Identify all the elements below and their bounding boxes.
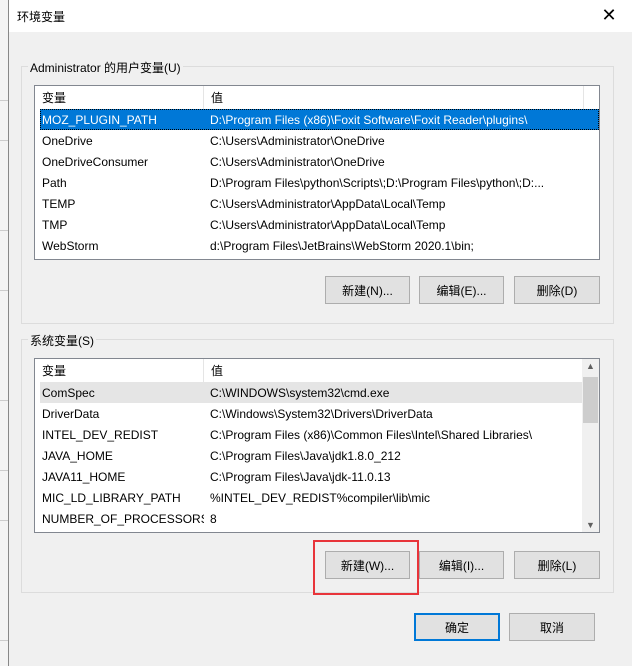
variable-name: ComSpec <box>42 385 95 400</box>
variable-value: 8 <box>210 511 217 526</box>
variable-name: NUMBER_OF_PROCESSORS <box>42 511 204 526</box>
system-variables-list[interactable]: 变量 值 ComSpec C:\WINDOWS\system32\cmd.exe D… <box>34 358 600 533</box>
scrollbar-thumb[interactable] <box>583 377 598 423</box>
list-row[interactable]: INTEL_DEV_REDIST C:\Program Files (x86)\C… <box>40 424 599 445</box>
list-row[interactable]: NUMBER_OF_PROCESSORS 8 <box>40 508 599 529</box>
list-row[interactable]: MOZ_PLUGIN_PATH D:\Program Files (x86)\Fo… <box>40 109 599 130</box>
list-row[interactable]: DriverData C:\Windows\System32\Drivers\Dr… <box>40 403 599 424</box>
variable-name: WebStorm <box>42 238 99 253</box>
system-delete-button[interactable]: 删除(L) <box>514 551 600 579</box>
list-row[interactable]: MIC_LD_LIBRARY_PATH %INTEL_DEV_REDIST%com… <box>40 487 599 508</box>
variable-value: C:\Users\Administrator\AppData\Local\Tem… <box>210 196 446 211</box>
variable-value: D:\Program Files\python\Scripts\;D:\Prog… <box>210 175 545 190</box>
variable-value: C:\Program Files (x86)\Common Files\Inte… <box>210 427 533 442</box>
variable-value: C:\Users\Administrator\OneDrive <box>210 154 385 169</box>
list-row[interactable]: OneDriveConsumer C:\Users\Administrator\O… <box>40 151 599 172</box>
variable-value: d:\Program Files\JetBrains\WebStorm 2020… <box>210 238 474 253</box>
variable-name: TMP <box>42 217 68 232</box>
list-row[interactable]: OneDrive C:\Users\Administrator\OneDrive <box>40 130 599 151</box>
user-variables-list[interactable]: 变量 值 MOZ_PLUGIN_PATH D:\Program Files (x8… <box>34 85 600 260</box>
variable-value: C:\Program Files\Java\jdk-11.0.13 <box>210 469 391 484</box>
system-variables-label: 系统变量(S) <box>28 332 96 349</box>
system-edit-button[interactable]: 编辑(I)... <box>419 551 504 579</box>
variable-value: %INTEL_DEV_REDIST%compiler\lib\mic <box>210 490 431 505</box>
user-delete-button[interactable]: 删除(D) <box>514 276 600 304</box>
list-row[interactable]: Path D:\Program Files\python\Scripts\;D:\… <box>40 172 599 193</box>
variable-name: Path <box>42 175 67 190</box>
user-new-button[interactable]: 新建(N)... <box>325 276 410 304</box>
column-header-variable[interactable]: 变量 <box>35 86 204 109</box>
dialog-title: 环境变量 <box>17 10 66 24</box>
list-row[interactable]: ComSpec C:\WINDOWS\system32\cmd.exe <box>40 382 599 403</box>
variable-value: C:\Windows\System32\Drivers\DriverData <box>210 406 433 421</box>
variable-value: C:\WINDOWS\system32\cmd.exe <box>210 385 390 400</box>
list-row[interactable]: JAVA11_HOME C:\Program Files\Java\jdk-11.… <box>40 466 599 487</box>
variable-value: C:\Users\Administrator\OneDrive <box>210 133 385 148</box>
variable-name: INTEL_DEV_REDIST <box>42 427 159 442</box>
scroll-down-icon[interactable]: ▼ <box>582 520 599 530</box>
user-edit-button[interactable]: 编辑(E)... <box>419 276 504 304</box>
column-header-value[interactable]: 值 <box>204 359 583 382</box>
user-variables-label: Administrator 的用户变量(U) <box>28 59 183 76</box>
variable-name: OneDriveConsumer <box>42 154 149 169</box>
variable-name: JAVA11_HOME <box>42 469 126 484</box>
variable-value: D:\Program Files (x86)\Foxit Software\Fo… <box>210 112 528 127</box>
column-header-value[interactable]: 值 <box>204 86 584 109</box>
cancel-button[interactable]: 取消 <box>509 613 595 641</box>
ok-button[interactable]: 确定 <box>414 613 500 641</box>
column-header-variable[interactable]: 变量 <box>35 359 204 382</box>
list-row[interactable]: WebStorm d:\Program Files\JetBrains\WebSt… <box>40 235 599 256</box>
vertical-scrollbar[interactable]: ▲ ▼ <box>582 359 599 532</box>
variable-name: TEMP <box>42 196 76 211</box>
scroll-up-icon[interactable]: ▲ <box>582 361 599 371</box>
list-row[interactable]: JAVA_HOME C:\Program Files\Java\jdk1.8.0_… <box>40 445 599 466</box>
list-row[interactable]: TEMP C:\Users\Administrator\AppData\Local… <box>40 193 599 214</box>
variable-value: C:\Program Files\Java\jdk1.8.0_212 <box>210 448 401 463</box>
variable-value: C:\Users\Administrator\AppData\Local\Tem… <box>210 217 446 232</box>
title-bar[interactable]: 环境变量 ✕ <box>9 0 632 32</box>
close-icon[interactable]: ✕ <box>586 0 632 30</box>
variable-name: DriverData <box>42 406 100 421</box>
environment-variables-dialog: 环境变量 ✕ Administrator 的用户变量(U) 变量 值 MOZ_P… <box>8 0 632 666</box>
highlight-box <box>313 540 419 595</box>
variable-name: MIC_LD_LIBRARY_PATH <box>42 490 181 505</box>
list-row[interactable]: TMP C:\Users\Administrator\AppData\Local\… <box>40 214 599 235</box>
variable-name: OneDrive <box>42 133 93 148</box>
variable-name: JAVA_HOME <box>42 448 113 463</box>
variable-name: MOZ_PLUGIN_PATH <box>42 112 157 127</box>
